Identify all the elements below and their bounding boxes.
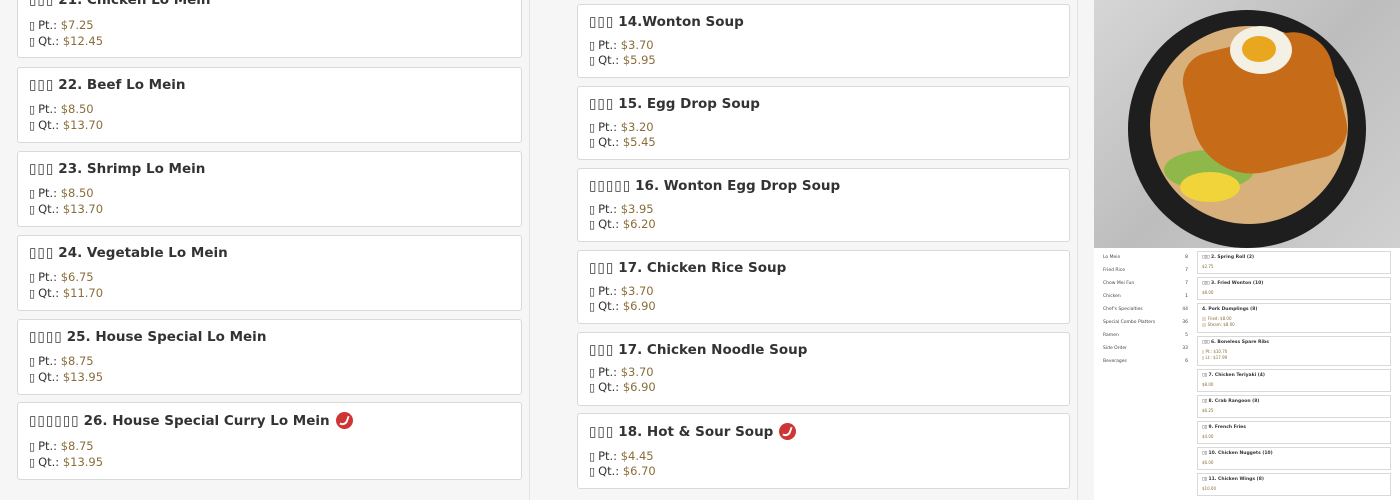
corn-shape — [1180, 172, 1240, 202]
chinese-name: ▯▯▯ — [589, 342, 615, 358]
menu-item-card[interactable]: ▯▯▯ 21. Chicken Lo Mein ▯ Pt.: $7.25 ▯ Qt.:… — [17, 0, 522, 58]
menu-page: ▯▯▯ 21. Chicken Lo Mein ▯ Pt.: $7.25 ▯ Qt.:… — [0, 0, 1400, 500]
quart-price: ▯ Qt.: $13.70 — [29, 118, 104, 132]
thumb-count: 33 — [1182, 346, 1188, 351]
quart-price: ▯ Qt.: $13.95 — [29, 455, 104, 469]
quart-price: ▯ Qt.: $13.70 — [29, 202, 104, 216]
menu-item-card[interactable]: ▯▯▯▯▯ 16. Wonton Egg Drop Soup ▯ Pt.: $3.9… — [577, 168, 1070, 242]
thumb-item: ▯▯ 10. Chicken Nuggets (10) $6.00 — [1197, 447, 1391, 470]
chinese-name: ▯▯▯ — [589, 423, 615, 440]
menu-item-title: ▯▯▯ 24. Vegetable Lo Mein — [29, 245, 228, 261]
thumb-count: 44 — [1182, 307, 1188, 312]
menu-item-card[interactable]: ▯▯▯▯ 25. House Special Lo Mein ▯ Pt.: $8.7… — [17, 319, 522, 395]
menu-item-title: ▯▯▯ 17. Chicken Noodle Soup — [589, 342, 808, 358]
menu-thumbnail: Lo Mein 8 Fried Rice 7 Chow Mei Fun 7 Ch… — [1094, 248, 1400, 500]
pint-price: ▯ Pt.: $6.75 — [29, 270, 94, 284]
yolk-shape — [1242, 36, 1276, 62]
thumb-count: 7 — [1185, 268, 1188, 273]
menu-item-title: ▯▯▯ 21. Chicken Lo Mein — [29, 0, 211, 8]
menu-item-title: ▯▯▯▯▯ 16. Wonton Egg Drop Soup — [589, 178, 841, 194]
pint-price: ▯ Pt.: $8.50 — [29, 102, 94, 116]
thumb-item: ▯▯ 11. Chicken Wings (8) $10.00 — [1197, 473, 1391, 496]
menu-item-card[interactable]: ▯▯▯▯▯▯ 26. House Special Curry Lo Mein ▯ P… — [17, 402, 522, 480]
thumb-item: ▯▯▯ 3. Fried Wonton (10) $8.00 — [1197, 277, 1391, 300]
pint-price: ▯ Pt.: $3.70 — [589, 38, 654, 52]
chinese-name: ▯▯▯ — [29, 0, 55, 8]
pint-price: ▯ Pt.: $8.50 — [29, 186, 94, 200]
thumb-category: Beverages — [1103, 359, 1127, 364]
menu-item-title: ▯▯▯ 17. Chicken Rice Soup — [589, 260, 787, 276]
thumb-category: Special Combo Platters — [1103, 320, 1156, 325]
pint-price: ▯ Pt.: $3.70 — [589, 284, 654, 298]
pint-price: ▯ Pt.: $8.75 — [29, 354, 94, 368]
menu-item-card[interactable]: ▯▯▯ 17. Chicken Rice Soup ▯ Pt.: $3.70 ▯ Qt… — [577, 250, 1070, 324]
quart-price: ▯ Qt.: $5.95 — [589, 53, 656, 67]
quart-price: ▯ Qt.: $6.90 — [589, 299, 656, 313]
chinese-name: ▯▯▯ — [29, 161, 55, 177]
menu-item-title: ▯▯▯▯▯▯ 26. House Special Curry Lo Mein — [29, 412, 353, 429]
chinese-name: ▯▯▯▯▯ — [589, 178, 632, 194]
spicy-pepper-icon — [779, 423, 797, 440]
menu-item-card[interactable]: ▯▯▯ 17. Chicken Noodle Soup ▯ Pt.: $3.70 ▯… — [577, 332, 1070, 406]
thumb-item: ▯▯▯ 2. Spring Roll (2) $2.75 — [1197, 251, 1391, 274]
thumb-item: 4. Pork Dumplings (8) ▯▯ Fried: $8.00 ▯▯… — [1197, 303, 1391, 333]
menu-item-card[interactable]: ▯▯▯ 22. Beef Lo Mein ▯ Pt.: $8.50 ▯ Qt.: $1… — [17, 67, 522, 143]
pint-price: ▯ Pt.: $3.95 — [589, 202, 654, 216]
menu-item-card[interactable]: ▯▯▯ 23. Shrimp Lo Mein ▯ Pt.: $8.50 ▯ Qt.: … — [17, 151, 522, 227]
menu-item-title: ▯▯▯ 14.Wonton Soup — [589, 14, 744, 30]
menu-item-card[interactable]: ▯▯▯ 14.Wonton Soup ▯ Pt.: $3.70 ▯ Qt.: $5.9… — [577, 4, 1070, 78]
chinese-name: ▯▯▯▯ — [29, 329, 63, 345]
chinese-name: ▯▯▯ — [29, 77, 55, 93]
thumb-category: Chicken — [1103, 294, 1121, 299]
thumb-count: 36 — [1182, 320, 1188, 325]
menu-item-title: ▯▯▯ 23. Shrimp Lo Mein — [29, 161, 206, 177]
pint-price: ▯ Pt.: $8.75 — [29, 439, 94, 453]
menu-item-title: ▯▯▯▯ 25. House Special Lo Mein — [29, 329, 267, 345]
thumb-count: 6 — [1185, 359, 1188, 364]
thumb-item: ▯▯ 8. Crab Rangoon (8) $6.25 — [1197, 395, 1391, 418]
menu-item-title: ▯▯▯ 15. Egg Drop Soup — [589, 96, 760, 112]
pint-price: ▯ Pt.: $4.45 — [589, 449, 654, 463]
spicy-pepper-icon — [335, 412, 353, 429]
pint-price: ▯ Pt.: $7.25 — [29, 18, 94, 32]
thumb-count: 7 — [1185, 281, 1188, 286]
chinese-name: ▯▯▯ — [589, 14, 615, 30]
thumb-category: Chow Mei Fun — [1103, 281, 1135, 286]
quart-price: ▯ Qt.: $6.20 — [589, 217, 656, 231]
thumb-category: Side Order — [1103, 346, 1127, 351]
thumb-category: Fried Rice — [1103, 268, 1126, 273]
menu-item-card[interactable]: ▯▯▯ 18. Hot & Sour Soup ▯ Pt.: $4.45 ▯ Qt.:… — [577, 413, 1070, 489]
thumb-category: Ramen — [1103, 333, 1119, 338]
quart-price: ▯ Qt.: $12.45 — [29, 34, 104, 48]
menu-item-title: ▯▯▯ 18. Hot & Sour Soup — [589, 423, 797, 440]
thumb-count: 5 — [1185, 333, 1188, 338]
menu-item-card[interactable]: ▯▯▯ 24. Vegetable Lo Mein ▯ Pt.: $6.75 ▯ Qt… — [17, 235, 522, 311]
quart-price: ▯ Qt.: $11.70 — [29, 286, 104, 300]
pint-price: ▯ Pt.: $3.20 — [589, 120, 654, 134]
pint-price: ▯ Pt.: $3.70 — [589, 365, 654, 379]
chinese-name: ▯▯▯ — [589, 96, 615, 112]
thumb-category: Lo Mein — [1103, 255, 1121, 260]
soup-column: ▯▯▯ 14.Wonton Soup ▯ Pt.: $3.70 ▯ Qt.: $5.9… — [530, 0, 1078, 500]
quart-price: ▯ Qt.: $5.45 — [589, 135, 656, 149]
ramen-photo[interactable] — [1094, 0, 1400, 248]
menu-item-title: ▯▯▯ 22. Beef Lo Mein — [29, 77, 186, 93]
thumb-item: ▯▯ 9. French Fries $4.00 — [1197, 421, 1391, 444]
thumb-category: Chef's Specialties — [1103, 307, 1143, 312]
chinese-name: ▯▯▯ — [589, 260, 615, 276]
thumb-item: ▯▯▯ 6. Boneless Spare Ribs ▯ Pt.: $10.70… — [1197, 336, 1391, 366]
quart-price: ▯ Qt.: $6.90 — [589, 380, 656, 394]
thumb-count: 1 — [1185, 294, 1188, 299]
lo-mein-column: ▯▯▯ 21. Chicken Lo Mein ▯ Pt.: $7.25 ▯ Qt.:… — [0, 0, 530, 500]
menu-item-card[interactable]: ▯▯▯ 15. Egg Drop Soup ▯ Pt.: $3.20 ▯ Qt.: $… — [577, 86, 1070, 160]
preview-column: Lo Mein 8 Fried Rice 7 Chow Mei Fun 7 Ch… — [1094, 0, 1400, 500]
chinese-name: ▯▯▯ — [29, 245, 55, 261]
quart-price: ▯ Qt.: $13.95 — [29, 370, 104, 384]
thumb-count: 8 — [1185, 255, 1188, 260]
thumb-item: ▯▯ 7. Chicken Teriyaki (4) $8.00 — [1197, 369, 1391, 392]
quart-price: ▯ Qt.: $6.70 — [589, 464, 656, 478]
chinese-name: ▯▯▯▯▯▯ — [29, 412, 80, 429]
